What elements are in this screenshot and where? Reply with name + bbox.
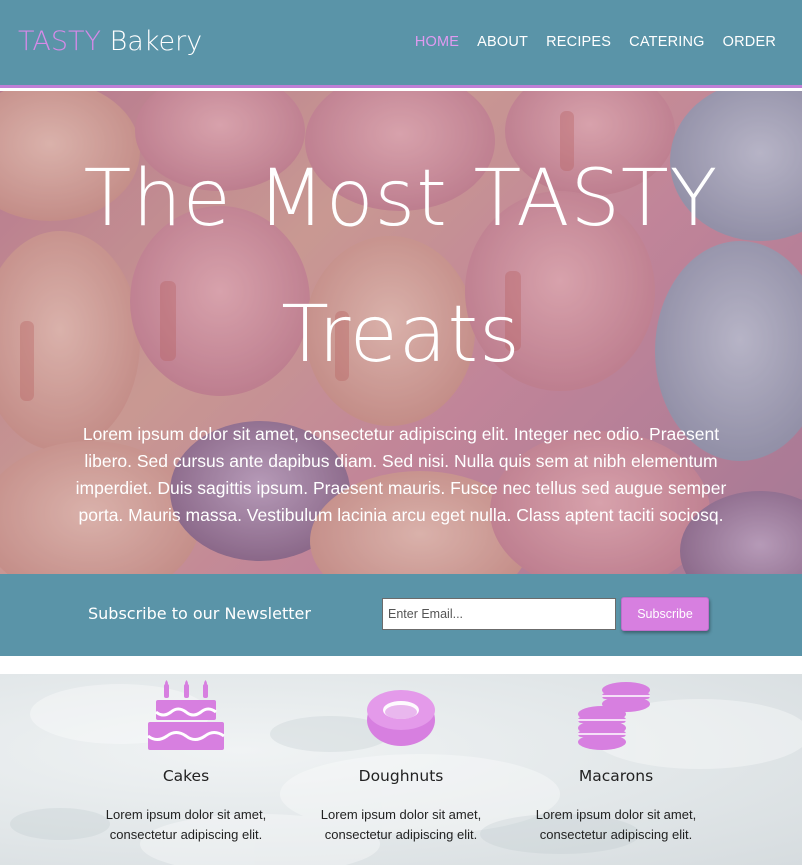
- hero-section: The Most TASTY Treats Lorem ipsum dolor …: [0, 91, 802, 574]
- products-section: Cakes Lorem ipsum dolor sit amet, consec…: [0, 674, 802, 865]
- nav-home[interactable]: HOME: [415, 34, 459, 50]
- hero-body-text: Lorem ipsum dolor sit amet, consectetur …: [75, 424, 727, 525]
- nav-order[interactable]: ORDER: [723, 34, 776, 50]
- product-desc: Lorem ipsum dolor sit amet, consectetur …: [320, 807, 482, 842]
- brand-accent-text: TASTY: [18, 26, 101, 57]
- nav-recipes[interactable]: RECIPES: [546, 34, 611, 50]
- main-nav: HOME ABOUT RECIPES CATERING ORDER: [415, 34, 776, 50]
- subscribe-button[interactable]: Subscribe: [621, 597, 709, 631]
- macarons-icon: [576, 680, 656, 752]
- product-name: Doughnuts: [358, 767, 444, 785]
- product-desc: Lorem ipsum dolor sit amet, consectetur …: [535, 807, 697, 842]
- brand-logo[interactable]: TASTY Bakery: [18, 26, 202, 57]
- brand-rest-text: Bakery: [109, 26, 203, 57]
- product-desc: Lorem ipsum dolor sit amet, consectetur …: [105, 807, 267, 842]
- newsletter-label: Subscribe to our Newsletter: [88, 604, 311, 623]
- product-name: Macarons: [578, 767, 654, 785]
- hero-title-line2: Treats: [281, 290, 521, 380]
- hero-title: The Most TASTY Treats: [0, 131, 802, 403]
- hero-title-line1: The Most TASTY: [83, 154, 719, 244]
- nav-catering[interactable]: CATERING: [629, 34, 704, 50]
- product-name: Cakes: [162, 767, 210, 785]
- doughnut-icon: [361, 680, 441, 752]
- section-gap: [0, 656, 802, 674]
- cake-icon: [146, 680, 226, 752]
- nav-about[interactable]: ABOUT: [477, 34, 528, 50]
- newsletter-bar: Subscribe to our Newsletter Subscribe: [0, 574, 802, 656]
- site-header: TASTY Bakery HOME ABOUT RECIPES CATERING…: [0, 0, 802, 88]
- email-input[interactable]: [382, 598, 616, 630]
